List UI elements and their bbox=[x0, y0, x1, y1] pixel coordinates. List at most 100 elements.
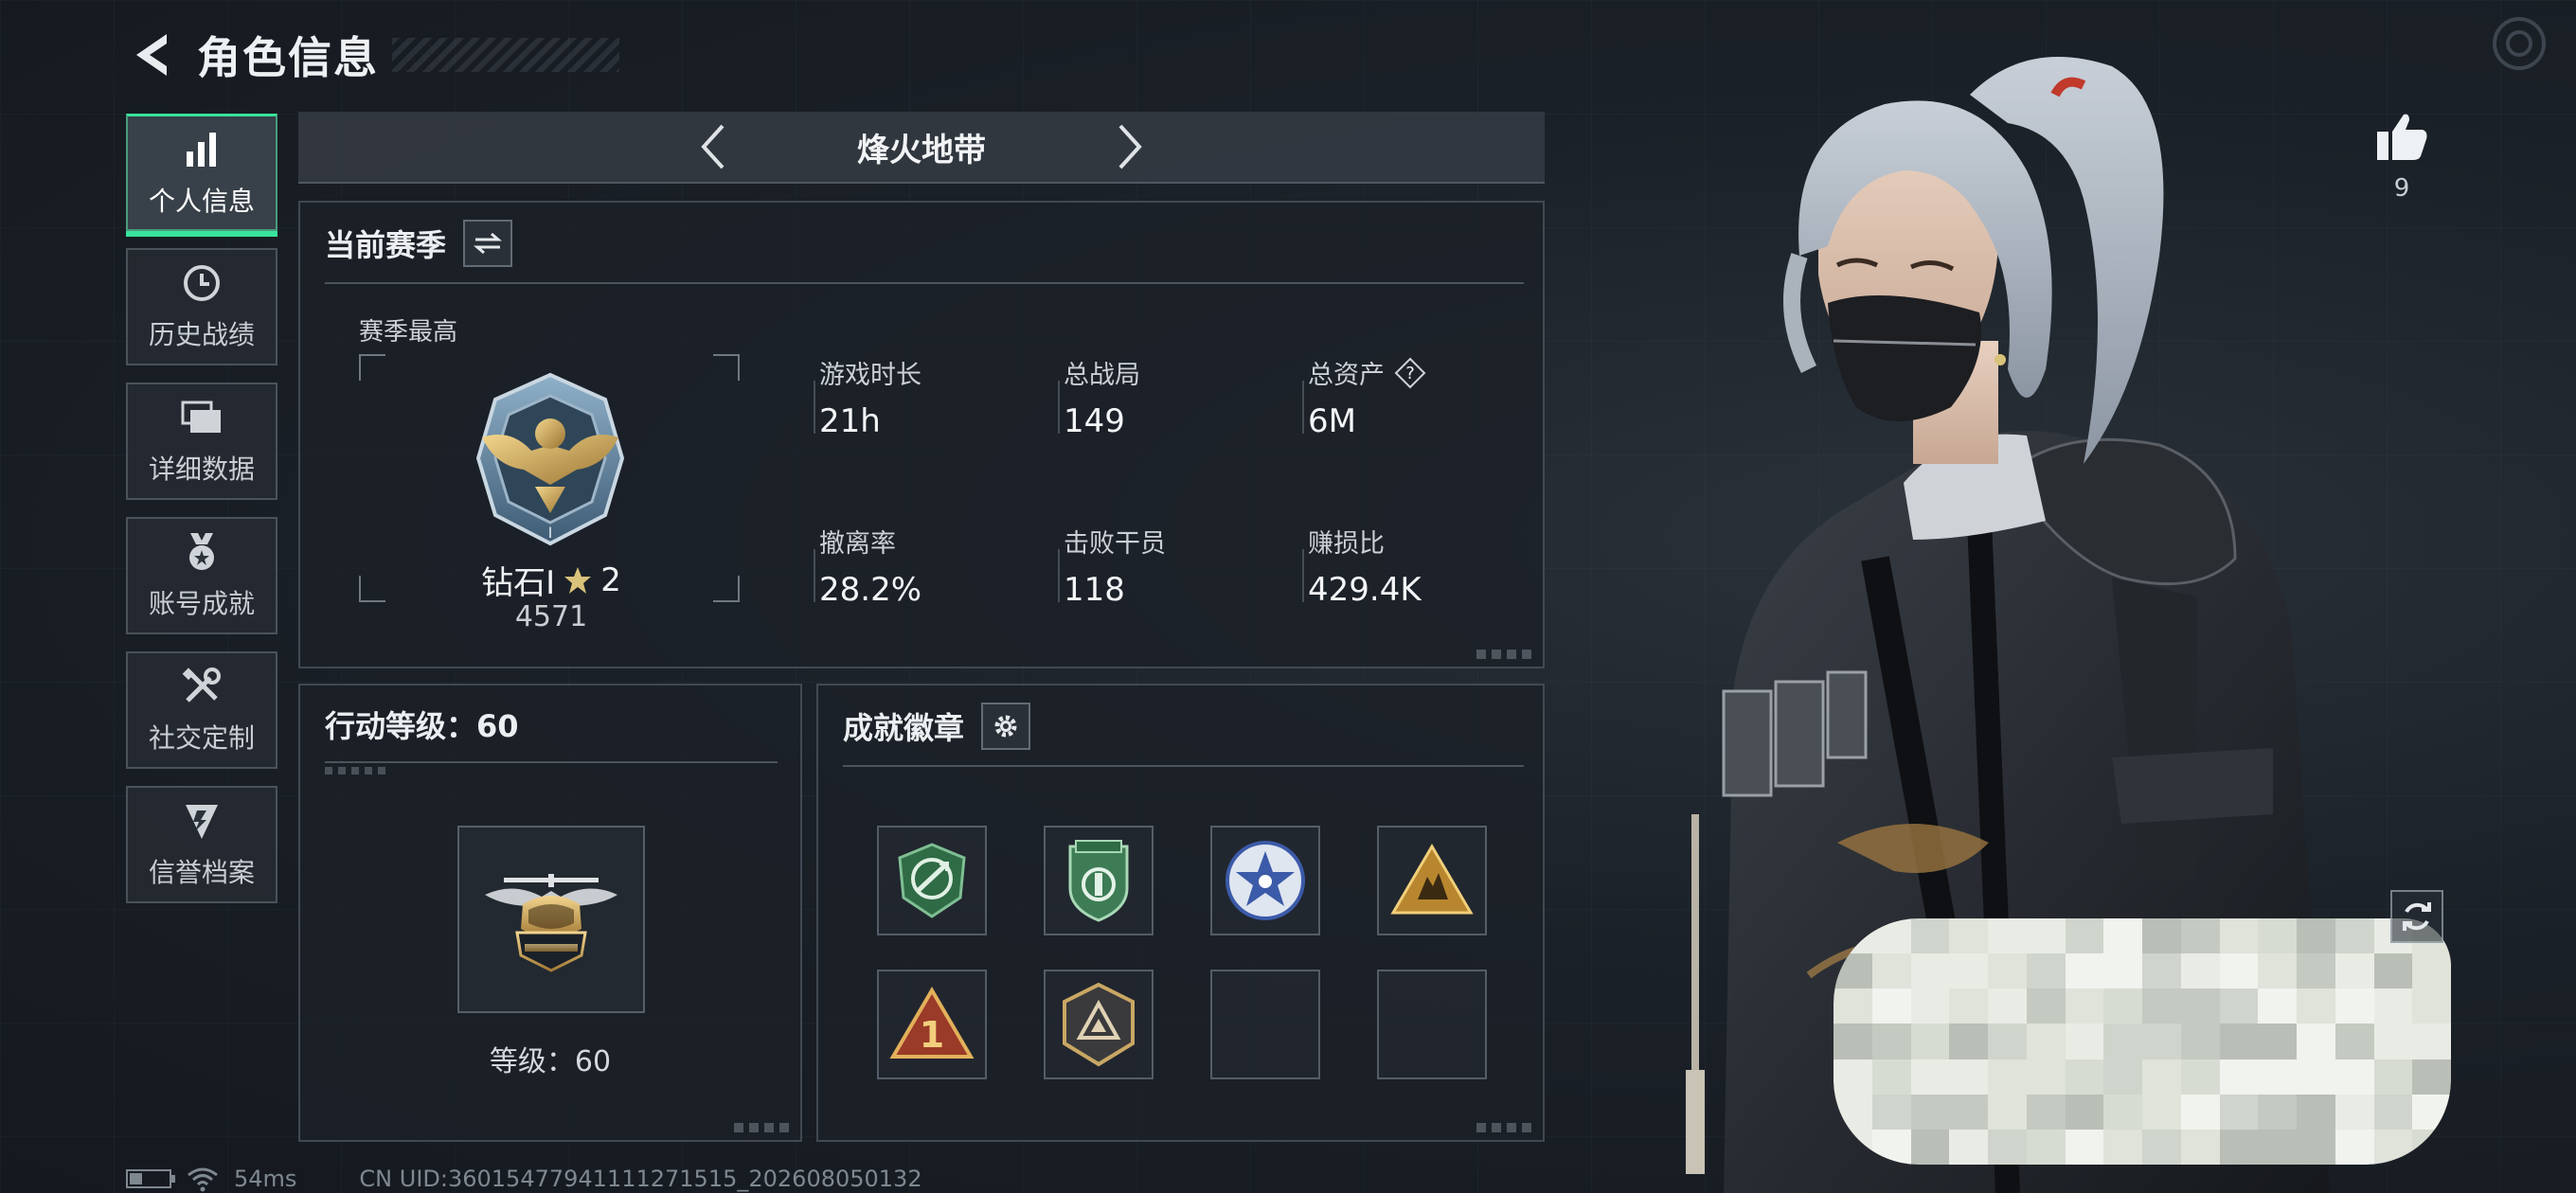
stat-play-time: 游戏时长 21h bbox=[814, 354, 1046, 449]
mode-next-button[interactable] bbox=[1101, 118, 1158, 175]
help-icon[interactable]: ? bbox=[1394, 357, 1426, 389]
divider-decoration bbox=[325, 767, 391, 775]
stat-label: 击败干员 bbox=[1064, 529, 1166, 559]
sidebar-item-personal-info[interactable]: 个人信息 bbox=[126, 114, 277, 237]
mode-name: 烽火地带 bbox=[857, 131, 986, 169]
rank-title: 钻石Ⅰ bbox=[481, 564, 556, 602]
gold-triangle-badge-icon bbox=[1390, 844, 1474, 915]
rank-score: 4571 bbox=[514, 600, 588, 633]
sidebar-item-account-achievements[interactable]: 账号成就 bbox=[126, 517, 277, 634]
stat-value: 118 bbox=[1064, 571, 1125, 609]
level-header: 行动等级：60 bbox=[325, 703, 519, 746]
header: 角色信息 bbox=[123, 21, 619, 89]
achievements-title: 成就徽章 bbox=[843, 710, 965, 746]
sidebar-item-label: 详细数据 bbox=[148, 454, 255, 485]
swap-icon bbox=[474, 232, 503, 255]
panel-corner-decoration bbox=[1476, 1123, 1533, 1132]
status-footer: 54ms CN UID:3601547794111127151​5_202608… bbox=[126, 1165, 922, 1193]
back-arrow-icon bbox=[136, 34, 167, 76]
stat-label: 总战局 bbox=[1064, 361, 1140, 390]
clock-icon bbox=[180, 261, 224, 305]
level-text: 等级：60 bbox=[489, 1045, 612, 1078]
back-button[interactable] bbox=[123, 22, 180, 88]
sidebar-item-label: 账号成就 bbox=[148, 588, 255, 619]
wifi-icon bbox=[188, 1167, 218, 1192]
stat-label: 游戏时长 bbox=[819, 361, 921, 390]
season-swap-button[interactable] bbox=[463, 220, 513, 267]
like-count: 9 bbox=[2393, 174, 2410, 203]
svg-text:I: I bbox=[548, 524, 553, 542]
stat-label: 总资产 bbox=[1308, 361, 1385, 390]
sidebar-item-history[interactable]: 历史战绩 bbox=[126, 248, 277, 365]
sidebar-item-detailed-data[interactable]: 详细数据 bbox=[126, 383, 277, 500]
badge-slot-6[interactable] bbox=[1044, 970, 1154, 1079]
refresh-icon bbox=[2403, 902, 2431, 931]
season-best-label: 赛季最高 bbox=[359, 318, 458, 347]
stat-value: 429.4K bbox=[1308, 571, 1422, 609]
diamond-rank-emblem-icon: I bbox=[475, 372, 625, 546]
bar-chart-icon bbox=[180, 128, 224, 171]
badge-slot-5[interactable]: 1 bbox=[877, 970, 987, 1079]
chevron-left-icon bbox=[701, 124, 724, 169]
gear-icon bbox=[994, 715, 1017, 738]
stat-total-assets: 总资产 ? 6M bbox=[1302, 354, 1535, 449]
season-header: 当前赛季 bbox=[325, 220, 513, 267]
target-icon bbox=[2493, 17, 2546, 70]
sidebar-item-label: 社交定制 bbox=[148, 722, 255, 754]
stat-operators-defeated: 击败干员 118 bbox=[1058, 523, 1291, 617]
stat-label: 撤离率 bbox=[819, 529, 896, 559]
ping-text: 54ms bbox=[234, 1166, 297, 1192]
stat-value: 21h bbox=[819, 402, 881, 440]
sidebar-item-label: 个人信息 bbox=[148, 185, 255, 217]
achievements-header: 成就徽章 bbox=[843, 703, 1031, 750]
page-title: 角色信息 bbox=[197, 32, 379, 83]
folders-icon bbox=[180, 396, 224, 439]
green-arrows-badge-icon bbox=[898, 843, 966, 918]
like-button[interactable] bbox=[2368, 102, 2436, 170]
helicopter-emblem-icon bbox=[485, 874, 617, 972]
achievement-badges-panel: 成就徽章 1 bbox=[816, 684, 1545, 1142]
stat-value: 149 bbox=[1064, 402, 1125, 440]
action-level-panel: 行动等级：60 等级：60 bbox=[298, 684, 802, 1142]
sidebar: 个人信息 历史战绩 详细数据 账号成就 社交定制 信誉档案 bbox=[126, 114, 277, 920]
season-panel: 当前赛季 赛季最高 I 钻石Ⅰ 2 4571 游戏时长 21h 总战局 149 bbox=[298, 201, 1545, 668]
badge-slot-4[interactable] bbox=[1377, 826, 1487, 935]
svg-text:1: 1 bbox=[920, 1014, 944, 1056]
hexagon-triangle-badge-icon bbox=[1063, 982, 1135, 1067]
sidebar-item-social-custom[interactable]: 社交定制 bbox=[126, 651, 277, 769]
divider bbox=[325, 761, 778, 763]
uid-text: CN UID:3601547794111127151​5_20260805013… bbox=[359, 1166, 922, 1192]
mode-prev-button[interactable] bbox=[685, 118, 742, 175]
badge-slot-7-empty[interactable] bbox=[1210, 970, 1320, 1079]
level-emblem[interactable] bbox=[457, 826, 645, 1013]
chevron-right-icon bbox=[1118, 124, 1142, 169]
stat-extraction-rate: 撤离率 28.2% bbox=[814, 523, 1046, 617]
badge-settings-button[interactable] bbox=[981, 703, 1031, 750]
rank-name: 钻石Ⅰ 2 bbox=[433, 557, 670, 603]
shield-credit-icon bbox=[180, 799, 224, 843]
pixelated-overlay bbox=[1834, 918, 2451, 1165]
badge-slot-8-empty[interactable] bbox=[1377, 970, 1487, 1079]
stat-label: 赚损比 bbox=[1308, 529, 1385, 559]
divider bbox=[325, 282, 1524, 284]
badge-slot-3[interactable] bbox=[1210, 826, 1320, 935]
panel-corner-decoration bbox=[1476, 650, 1533, 659]
sidebar-item-label: 历史战绩 bbox=[148, 319, 255, 350]
divider bbox=[843, 765, 1524, 767]
tools-icon bbox=[180, 665, 224, 708]
stat-value: 28.2% bbox=[819, 571, 922, 609]
season-title: 当前赛季 bbox=[325, 227, 447, 263]
badge-slot-2[interactable] bbox=[1044, 826, 1154, 935]
panel-corner-decoration bbox=[734, 1123, 791, 1132]
mode-selector: 烽火地带 bbox=[298, 112, 1545, 184]
sidebar-item-credit-profile[interactable]: 信誉档案 bbox=[126, 786, 277, 903]
rotate-view-button[interactable] bbox=[2390, 890, 2443, 943]
rank-stars: 2 bbox=[600, 561, 621, 599]
blue-star-badge-icon bbox=[1225, 841, 1305, 920]
stat-value: 6M bbox=[1308, 402, 1356, 440]
star-icon bbox=[564, 566, 592, 594]
thumbs-up-icon bbox=[2377, 114, 2427, 160]
sidebar-item-label: 信誉档案 bbox=[148, 857, 255, 888]
badge-slot-1[interactable] bbox=[877, 826, 987, 935]
stat-profit-loss-ratio: 赚损比 429.4K bbox=[1302, 523, 1535, 617]
